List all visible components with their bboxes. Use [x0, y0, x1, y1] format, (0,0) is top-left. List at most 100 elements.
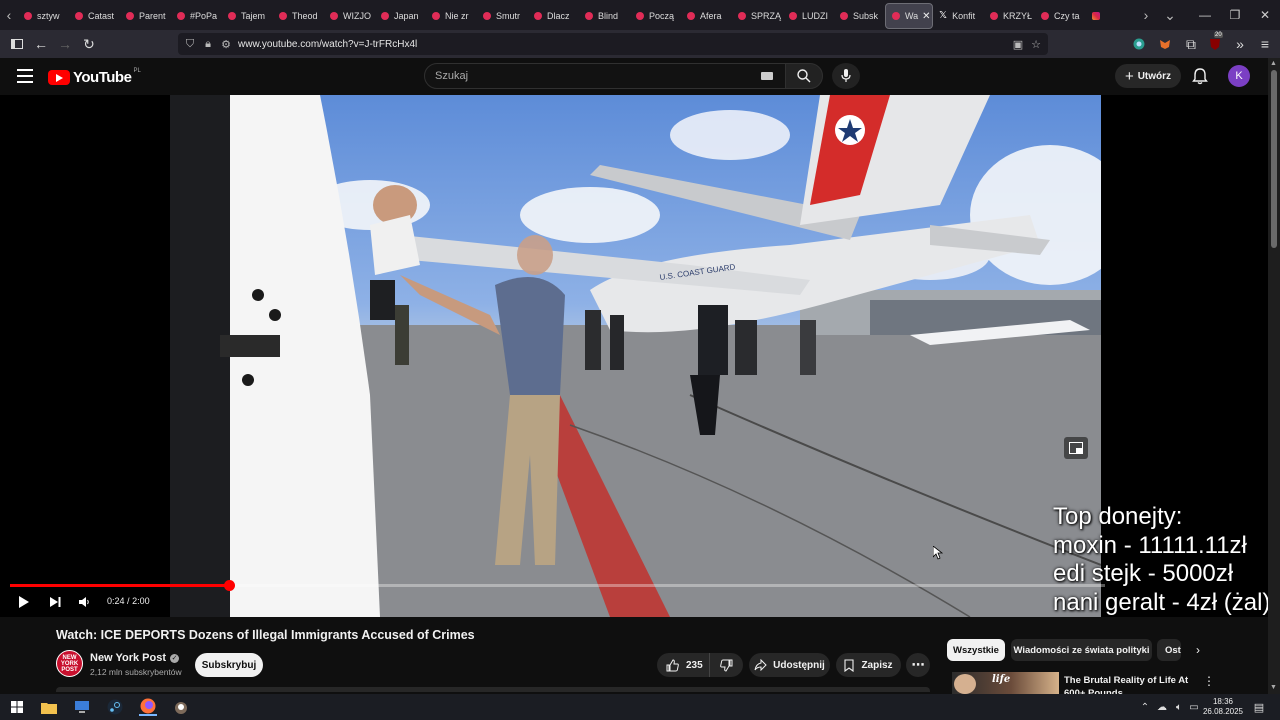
taskbar-clock[interactable]: 18:36 26.08.2025	[1198, 697, 1248, 717]
share-button[interactable]: Udostępnij	[749, 653, 830, 677]
overlay-line: Top donejty:	[1053, 503, 1183, 530]
keyboard-icon[interactable]	[761, 72, 773, 80]
chips-next-chevron-icon[interactable]: ›	[1191, 643, 1205, 657]
browser-tab[interactable]: Parent	[120, 3, 171, 29]
browser-tab[interactable]: Theod	[273, 3, 324, 29]
lock-icon[interactable]: 🔒︎	[200, 36, 216, 52]
miniplayer-button[interactable]	[1064, 437, 1088, 459]
ublock-extension-icon[interactable]: 20	[1206, 32, 1224, 53]
browser-tab[interactable]: Subsk	[834, 3, 885, 29]
windows-start-icon[interactable]	[8, 698, 26, 716]
browser-tab[interactable]: sztyw	[18, 3, 69, 29]
recommended-title[interactable]: The Brutal Reality of Life At 600+ Pound…	[1064, 674, 1192, 694]
reader-view-icon[interactable]: ▣	[1010, 36, 1026, 52]
browser-tab-active[interactable]: Wa ✕	[885, 3, 933, 29]
remote-desktop-icon[interactable]	[73, 698, 91, 716]
close-window-icon[interactable]: ✕	[1250, 0, 1280, 30]
file-explorer-icon[interactable]	[40, 698, 58, 716]
browser-tab[interactable]: Smutr	[477, 3, 528, 29]
browser-tab[interactable]: Czy ta	[1035, 3, 1086, 29]
chip-recent[interactable]: Ost	[1157, 639, 1181, 661]
tab-label: LUDZI	[802, 11, 829, 21]
tabs-scroll-right-icon[interactable]: ›	[1137, 0, 1155, 30]
browser-tab[interactable]: Japan	[375, 3, 426, 29]
app-menu-icon[interactable]: ≡	[1256, 35, 1274, 53]
browser-tab[interactable]: Dlacz	[528, 3, 579, 29]
save-button[interactable]: Zapisz	[836, 653, 901, 677]
channel-name[interactable]: New York Post ✓	[90, 652, 180, 664]
notifications-bell-icon[interactable]	[1191, 67, 1209, 85]
browser-tab[interactable]: LUDZI	[783, 3, 834, 29]
browser-tab[interactable]: #PoPa	[171, 3, 222, 29]
notification-center-icon[interactable]: ▤	[1250, 698, 1268, 716]
progress-bar[interactable]	[10, 580, 1105, 591]
video-scene-image: U.S. COAST GUARD	[170, 95, 1101, 617]
fox-extension-icon[interactable]	[1156, 35, 1174, 53]
reload-icon[interactable]: ↻	[80, 35, 98, 53]
channel-avatar[interactable]: NEW YORK POST	[56, 650, 83, 677]
browser-tab[interactable]: SPRZĄ	[732, 3, 783, 29]
browser-tab[interactable]: 𝕏 Konfit	[933, 3, 984, 29]
browser-tab[interactable]: Afera	[681, 3, 732, 29]
user-avatar[interactable]: K	[1228, 65, 1250, 87]
scroll-up-arrow-icon[interactable]: ▲	[1270, 60, 1277, 67]
browser-tab[interactable]: Blind	[579, 3, 630, 29]
permissions-icon[interactable]: ⚙	[218, 36, 234, 52]
tabs-scroll-left-icon[interactable]: ‹	[0, 0, 18, 30]
browser-tab[interactable]: KRZYŁ	[984, 3, 1035, 29]
subscribe-button[interactable]: Subskrybuj	[195, 653, 263, 677]
search-button[interactable]	[785, 63, 823, 89]
scrollbar-thumb[interactable]	[1271, 70, 1277, 248]
like-button[interactable]: 235	[657, 653, 710, 677]
forward-icon[interactable]: →	[56, 35, 74, 53]
youtube-logo[interactable]: YouTube PL	[48, 68, 141, 86]
search-input[interactable]: Szukaj	[424, 63, 786, 89]
minimize-window-icon[interactable]: —	[1190, 0, 1220, 30]
hamburger-menu-icon[interactable]	[17, 69, 33, 83]
back-icon[interactable]: ←	[32, 35, 50, 53]
extensions-puzzle-icon[interactable]: ⧉	[1182, 35, 1200, 53]
gimp-icon[interactable]	[172, 698, 190, 716]
cloud-icon[interactable]: ☁	[1153, 698, 1171, 716]
create-button[interactable]: + Utwórz	[1115, 64, 1181, 88]
voice-search-button[interactable]	[832, 63, 860, 89]
close-tab-icon[interactable]: ✕	[922, 11, 930, 22]
browser-tab[interactable]: Catast	[69, 3, 120, 29]
video-frame[interactable]: U.S. COAST GUARD	[170, 95, 1101, 617]
browser-tab[interactable]: Tajem	[222, 3, 273, 29]
tab-label: Japan	[394, 11, 419, 21]
tab-label: Parent	[139, 11, 166, 21]
scroll-down-arrow-icon[interactable]: ▼	[1270, 684, 1277, 691]
browser-tab[interactable]: Począ	[630, 3, 681, 29]
bookmark-star-icon[interactable]: ☆	[1028, 36, 1044, 52]
next-video-button[interactable]	[47, 593, 63, 611]
description-box[interactable]	[56, 687, 930, 692]
overflow-chevron-icon[interactable]: »	[1231, 35, 1249, 53]
tracking-shield-icon[interactable]: ⛉	[182, 36, 198, 52]
tray-overflow-icon[interactable]: ⌃	[1136, 698, 1154, 716]
video-player[interactable]: U.S. COAST GUARD Top donejty: moxin - 11…	[0, 95, 1268, 617]
recommended-thumbnail[interactable]: life	[952, 672, 1059, 694]
volume-button[interactable]	[77, 593, 93, 611]
url-bar[interactable]: ⛉ 🔒︎ ⚙ www.youtube.com/watch?v=J-trFRcHx…	[178, 33, 1048, 55]
browser-tab[interactable]	[1086, 3, 1137, 29]
restore-window-icon[interactable]: ❐	[1220, 0, 1250, 30]
page-scrollbar[interactable]: ▲ ▼	[1268, 58, 1280, 694]
vpn-extension-icon[interactable]	[1130, 35, 1148, 53]
browser-tab[interactable]: Nie zr	[426, 3, 477, 29]
chip-politics-news[interactable]: Wiadomości ze świata polityki	[1011, 639, 1152, 661]
tab-list-dropdown-icon[interactable]: ⌄	[1155, 0, 1185, 30]
firefox-icon[interactable]	[139, 698, 157, 716]
more-actions-icon[interactable]: ⋯	[906, 653, 930, 677]
recommended-more-icon[interactable]: ⋮	[1202, 674, 1216, 688]
chip-all[interactable]: Wszystkie	[947, 639, 1005, 661]
steam-icon[interactable]	[106, 698, 124, 716]
play-button[interactable]	[16, 593, 32, 611]
browser-tab[interactable]: WIZJO	[324, 3, 375, 29]
sidebar-toggle-icon[interactable]	[8, 35, 26, 53]
youtube-favicon-icon	[990, 12, 998, 20]
dislike-button[interactable]	[710, 653, 743, 677]
tab-label: Blind	[598, 11, 619, 21]
progress-scrubber-handle[interactable]	[224, 580, 235, 591]
clock-time: 18:36	[1212, 697, 1234, 706]
